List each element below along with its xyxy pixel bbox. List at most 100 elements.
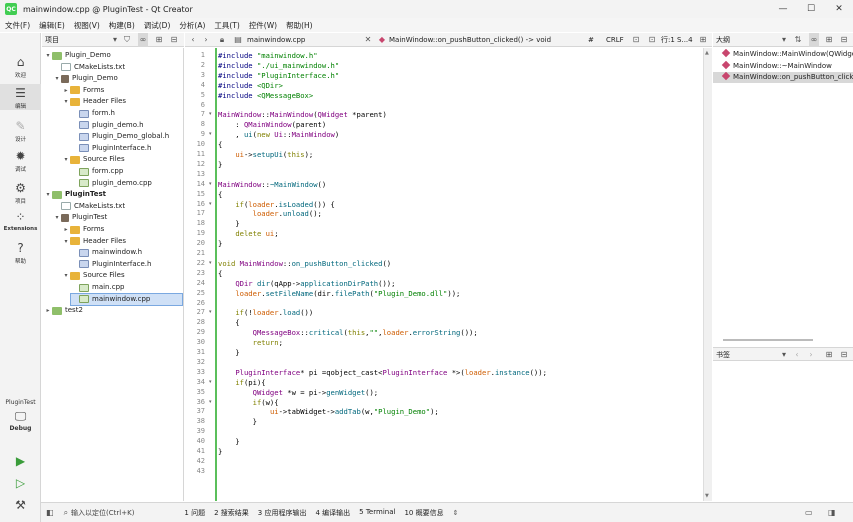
menu-item[interactable]: 编辑(E) bbox=[39, 20, 65, 31]
fold-marker-icon[interactable]: ▾ bbox=[209, 180, 212, 190]
mode-welcome[interactable]: ⌂ 欢迎 bbox=[0, 53, 41, 79]
tree-project[interactable]: ▾ Plugin_Demo bbox=[44, 50, 111, 61]
output-tab[interactable]: 2 搜索结果 bbox=[214, 508, 249, 518]
mode-debug[interactable]: ✹ 调试 bbox=[0, 147, 41, 173]
project-view-select[interactable]: 项目 bbox=[45, 33, 59, 47]
tree-expand-icon[interactable]: ▾ bbox=[44, 189, 52, 200]
fold-marker-icon[interactable]: ▾ bbox=[209, 259, 212, 269]
mode-help[interactable]: ? 帮助 bbox=[0, 239, 41, 265]
toggle-sidebar-icon[interactable]: ◧ bbox=[46, 508, 54, 517]
editor-scrollbar[interactable]: ▲ ▼ bbox=[703, 48, 712, 501]
outline-scrollbar[interactable] bbox=[723, 339, 813, 341]
close-document-icon[interactable]: ✕ bbox=[363, 33, 373, 47]
output-tab[interactable]: 5 Terminal bbox=[359, 508, 395, 518]
split-icon[interactable]: ⊞ bbox=[154, 33, 164, 47]
outline-item[interactable]: MainWindow::~MainWindow bbox=[713, 60, 853, 72]
mode-projects[interactable]: ⚙ 项目 bbox=[0, 179, 41, 205]
close-panel-icon[interactable]: ⊟ bbox=[169, 33, 179, 47]
tree-file[interactable]: mainwindow.cpp bbox=[70, 292, 183, 306]
output-tab[interactable]: 1 问题 bbox=[184, 508, 205, 518]
sort-icon[interactable]: ⇅ bbox=[793, 33, 803, 47]
fold-marker-icon[interactable]: ▾ bbox=[209, 308, 212, 318]
toggle-right-sidebar-icon[interactable]: ◨ bbox=[828, 508, 836, 517]
scroll-down-icon[interactable]: ▼ bbox=[705, 493, 709, 499]
tree-file[interactable]: form.h bbox=[71, 108, 115, 119]
tree-file[interactable]: PluginInterface.h bbox=[71, 259, 151, 270]
tree-expand-icon[interactable]: ▸ bbox=[62, 85, 70, 96]
minimize-icon[interactable]: — bbox=[769, 0, 797, 18]
tree-project[interactable]: ▾ PluginTest bbox=[44, 189, 106, 200]
prev-bookmark-icon[interactable]: ‹ bbox=[792, 348, 802, 362]
output-tab[interactable]: 3 应用程序输出 bbox=[258, 508, 307, 518]
tree-file[interactable]: PluginInterface.h bbox=[71, 143, 151, 154]
maximize-icon[interactable]: ☐ bbox=[797, 0, 825, 18]
tree-folder[interactable]: ▾ Header Files bbox=[62, 236, 126, 247]
next-bookmark-icon[interactable]: › bbox=[806, 348, 816, 362]
chevron-down-icon[interactable]: ▾ bbox=[779, 33, 789, 47]
tree-file[interactable]: CMakeLists.txt bbox=[53, 62, 125, 73]
link-icon[interactable]: ∞ bbox=[138, 33, 148, 47]
tree-folder[interactable]: ▸ Forms bbox=[62, 224, 104, 235]
output-tab[interactable]: 10 概要信息 bbox=[404, 508, 443, 518]
fold-marker-icon[interactable]: ▾ bbox=[209, 378, 212, 388]
mode-extensions[interactable]: ⁘ Extensions bbox=[0, 208, 41, 234]
menu-item[interactable]: 工具(T) bbox=[214, 20, 239, 31]
outline-item[interactable]: MainWindow::on_pushButton_clicked bbox=[713, 72, 853, 83]
tree-expand-icon[interactable]: ▾ bbox=[62, 154, 70, 165]
tree-file[interactable]: ▾ PluginTest bbox=[53, 212, 107, 223]
tree-folder[interactable]: ▾ Source Files bbox=[62, 270, 125, 281]
bookmarks-view-select[interactable]: 书签 bbox=[716, 348, 730, 362]
tree-expand-icon[interactable]: ▾ bbox=[53, 212, 61, 223]
split-editor-icon[interactable]: ⊡ bbox=[631, 33, 641, 47]
tree-expand-icon[interactable]: ▾ bbox=[62, 236, 70, 247]
split-icon[interactable]: ⊞ bbox=[824, 348, 834, 362]
scroll-up-icon[interactable]: ▲ bbox=[705, 50, 709, 56]
line-ending-select[interactable]: CRLF bbox=[606, 33, 624, 47]
more-tabs-icon[interactable]: ⇕ bbox=[453, 509, 459, 517]
tree-expand-icon[interactable]: ▾ bbox=[62, 270, 70, 281]
tree-folder[interactable]: ▸ Forms bbox=[62, 85, 104, 96]
run-button[interactable]: ▶ bbox=[0, 454, 41, 469]
split-icon[interactable]: ⊞ bbox=[698, 33, 708, 47]
menu-item[interactable]: 文件(F) bbox=[5, 20, 30, 31]
tree-file[interactable]: mainwindow.h bbox=[71, 247, 142, 258]
locator-input[interactable]: 输入以定位(Ctrl+K) bbox=[71, 508, 134, 518]
tree-expand-icon[interactable]: ▾ bbox=[53, 73, 61, 84]
debug-run-button[interactable]: ▷ bbox=[0, 476, 41, 491]
menu-item[interactable]: 控件(W) bbox=[249, 20, 277, 31]
tree-project[interactable]: ▸ test2 bbox=[44, 305, 83, 316]
tree-expand-icon[interactable]: ▾ bbox=[44, 50, 52, 61]
output-tab[interactable]: 4 编译输出 bbox=[315, 508, 350, 518]
tree-file[interactable]: main.cpp bbox=[71, 282, 124, 293]
close-icon[interactable]: ✕ bbox=[825, 0, 853, 18]
menu-item[interactable]: 构建(B) bbox=[109, 20, 135, 31]
outline-view-select[interactable]: 大纲 bbox=[716, 33, 730, 47]
forward-icon[interactable]: › bbox=[201, 33, 211, 47]
build-button[interactable]: ⚒ bbox=[0, 498, 41, 513]
tree-expand-icon[interactable]: ▸ bbox=[62, 224, 70, 235]
tree-expand-icon[interactable]: ▸ bbox=[44, 305, 52, 316]
fold-marker-icon[interactable]: ▾ bbox=[209, 200, 212, 210]
tree-file[interactable]: Plugin_Demo_global.h bbox=[71, 131, 169, 142]
mode-design[interactable]: ✎ 设计 bbox=[0, 117, 41, 143]
split-icon[interactable]: ⊞ bbox=[824, 33, 834, 47]
fold-marker-icon[interactable]: ▾ bbox=[209, 398, 212, 408]
tree-folder[interactable]: ▾ Source Files bbox=[62, 154, 125, 165]
tree-expand-icon[interactable]: ▾ bbox=[62, 96, 70, 107]
code-editor[interactable]: #include "mainwindow.h" #include "./ui_ma… bbox=[215, 48, 703, 501]
document-info-icon[interactable]: ⊡ bbox=[647, 33, 657, 47]
menu-item[interactable]: 视图(V) bbox=[74, 20, 100, 31]
kit-selector[interactable]: PluginTest 🖵 Debug bbox=[0, 398, 41, 432]
tree-file[interactable]: form.cpp bbox=[71, 166, 123, 177]
back-icon[interactable]: ‹ bbox=[188, 33, 198, 47]
open-file-select[interactable]: mainwindow.cpp bbox=[247, 33, 305, 47]
outline-item[interactable]: MainWindow::MainWindow(QWidget*) bbox=[713, 49, 853, 60]
menu-item[interactable]: 分析(A) bbox=[179, 20, 205, 31]
close-panel-icon[interactable]: ⊟ bbox=[839, 348, 849, 362]
function-select[interactable]: MainWindow::on_pushButton_clicked() -> v… bbox=[389, 33, 551, 47]
mode-edit[interactable]: ☰ 编辑 bbox=[0, 84, 41, 110]
progress-icon[interactable]: ▭ bbox=[805, 508, 813, 517]
link-icon[interactable]: ∞ bbox=[809, 33, 819, 47]
chevron-down-icon[interactable]: ▾ bbox=[779, 348, 789, 362]
tree-file[interactable]: plugin_demo.h bbox=[71, 120, 144, 131]
